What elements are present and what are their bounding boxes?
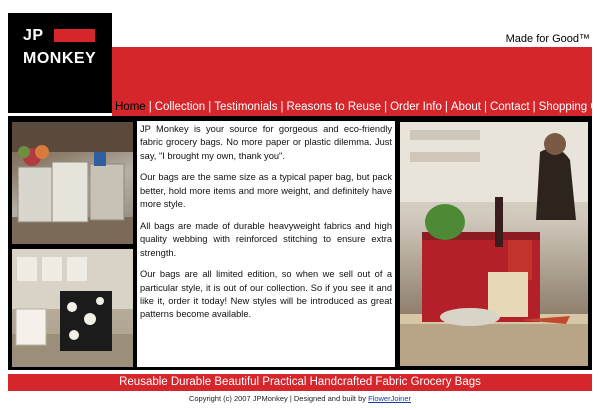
intro-paragraph: Our bags are all limited edition, so whe… xyxy=(140,269,392,320)
intro-text-panel: JP Monkey is your source for gorgeous an… xyxy=(137,121,395,367)
nav-order-info[interactable]: Order Info xyxy=(387,101,445,113)
nav-home[interactable]: Home xyxy=(112,101,149,113)
nav-collection[interactable]: Collection xyxy=(152,101,209,113)
nav-contact[interactable]: Contact xyxy=(487,101,533,113)
photo-bag-on-counter xyxy=(12,249,133,367)
nav-reasons-to-reuse[interactable]: Reasons to Reuse xyxy=(283,101,384,113)
main-nav: Home | Collection | Testimonials | Reaso… xyxy=(112,98,592,116)
logo-text-jp: JP xyxy=(23,27,44,44)
intro-paragraph: All bags are made of durable heavyweight… xyxy=(140,220,392,258)
photo-red-grocery-bag xyxy=(400,122,588,366)
logo-red-bar xyxy=(54,29,95,42)
tagline: Made for Good™ xyxy=(505,33,590,45)
nav-about[interactable]: About xyxy=(448,101,484,113)
logo-text-monkey: MONKEY xyxy=(23,50,97,67)
bags-in-car-illustration xyxy=(12,122,133,244)
intro-paragraph: JP Monkey is your source for gorgeous an… xyxy=(140,124,392,161)
nav-testimonials[interactable]: Testimonials xyxy=(211,101,280,113)
nav-shopping-cart[interactable]: Shopping Cart xyxy=(536,101,592,113)
copyright-line: Copyright (c) 2007 JPMonkey | Designed a… xyxy=(0,394,600,403)
footer-slogan: Reusable Durable Beautiful Practical Han… xyxy=(8,374,592,391)
designer-link[interactable]: FlowerJoiner xyxy=(368,394,411,403)
logo[interactable]: JP MONKEY xyxy=(8,13,112,113)
intro-paragraph: Our bags are the same size as a typical … xyxy=(140,172,392,210)
red-grocery-bag-illustration xyxy=(400,122,588,366)
copyright-text: Copyright (c) 2007 JPMonkey | Designed a… xyxy=(188,394,366,403)
photo-bags-in-car xyxy=(12,122,133,244)
bag-on-counter-illustration xyxy=(12,249,133,367)
header-banner xyxy=(112,47,592,98)
